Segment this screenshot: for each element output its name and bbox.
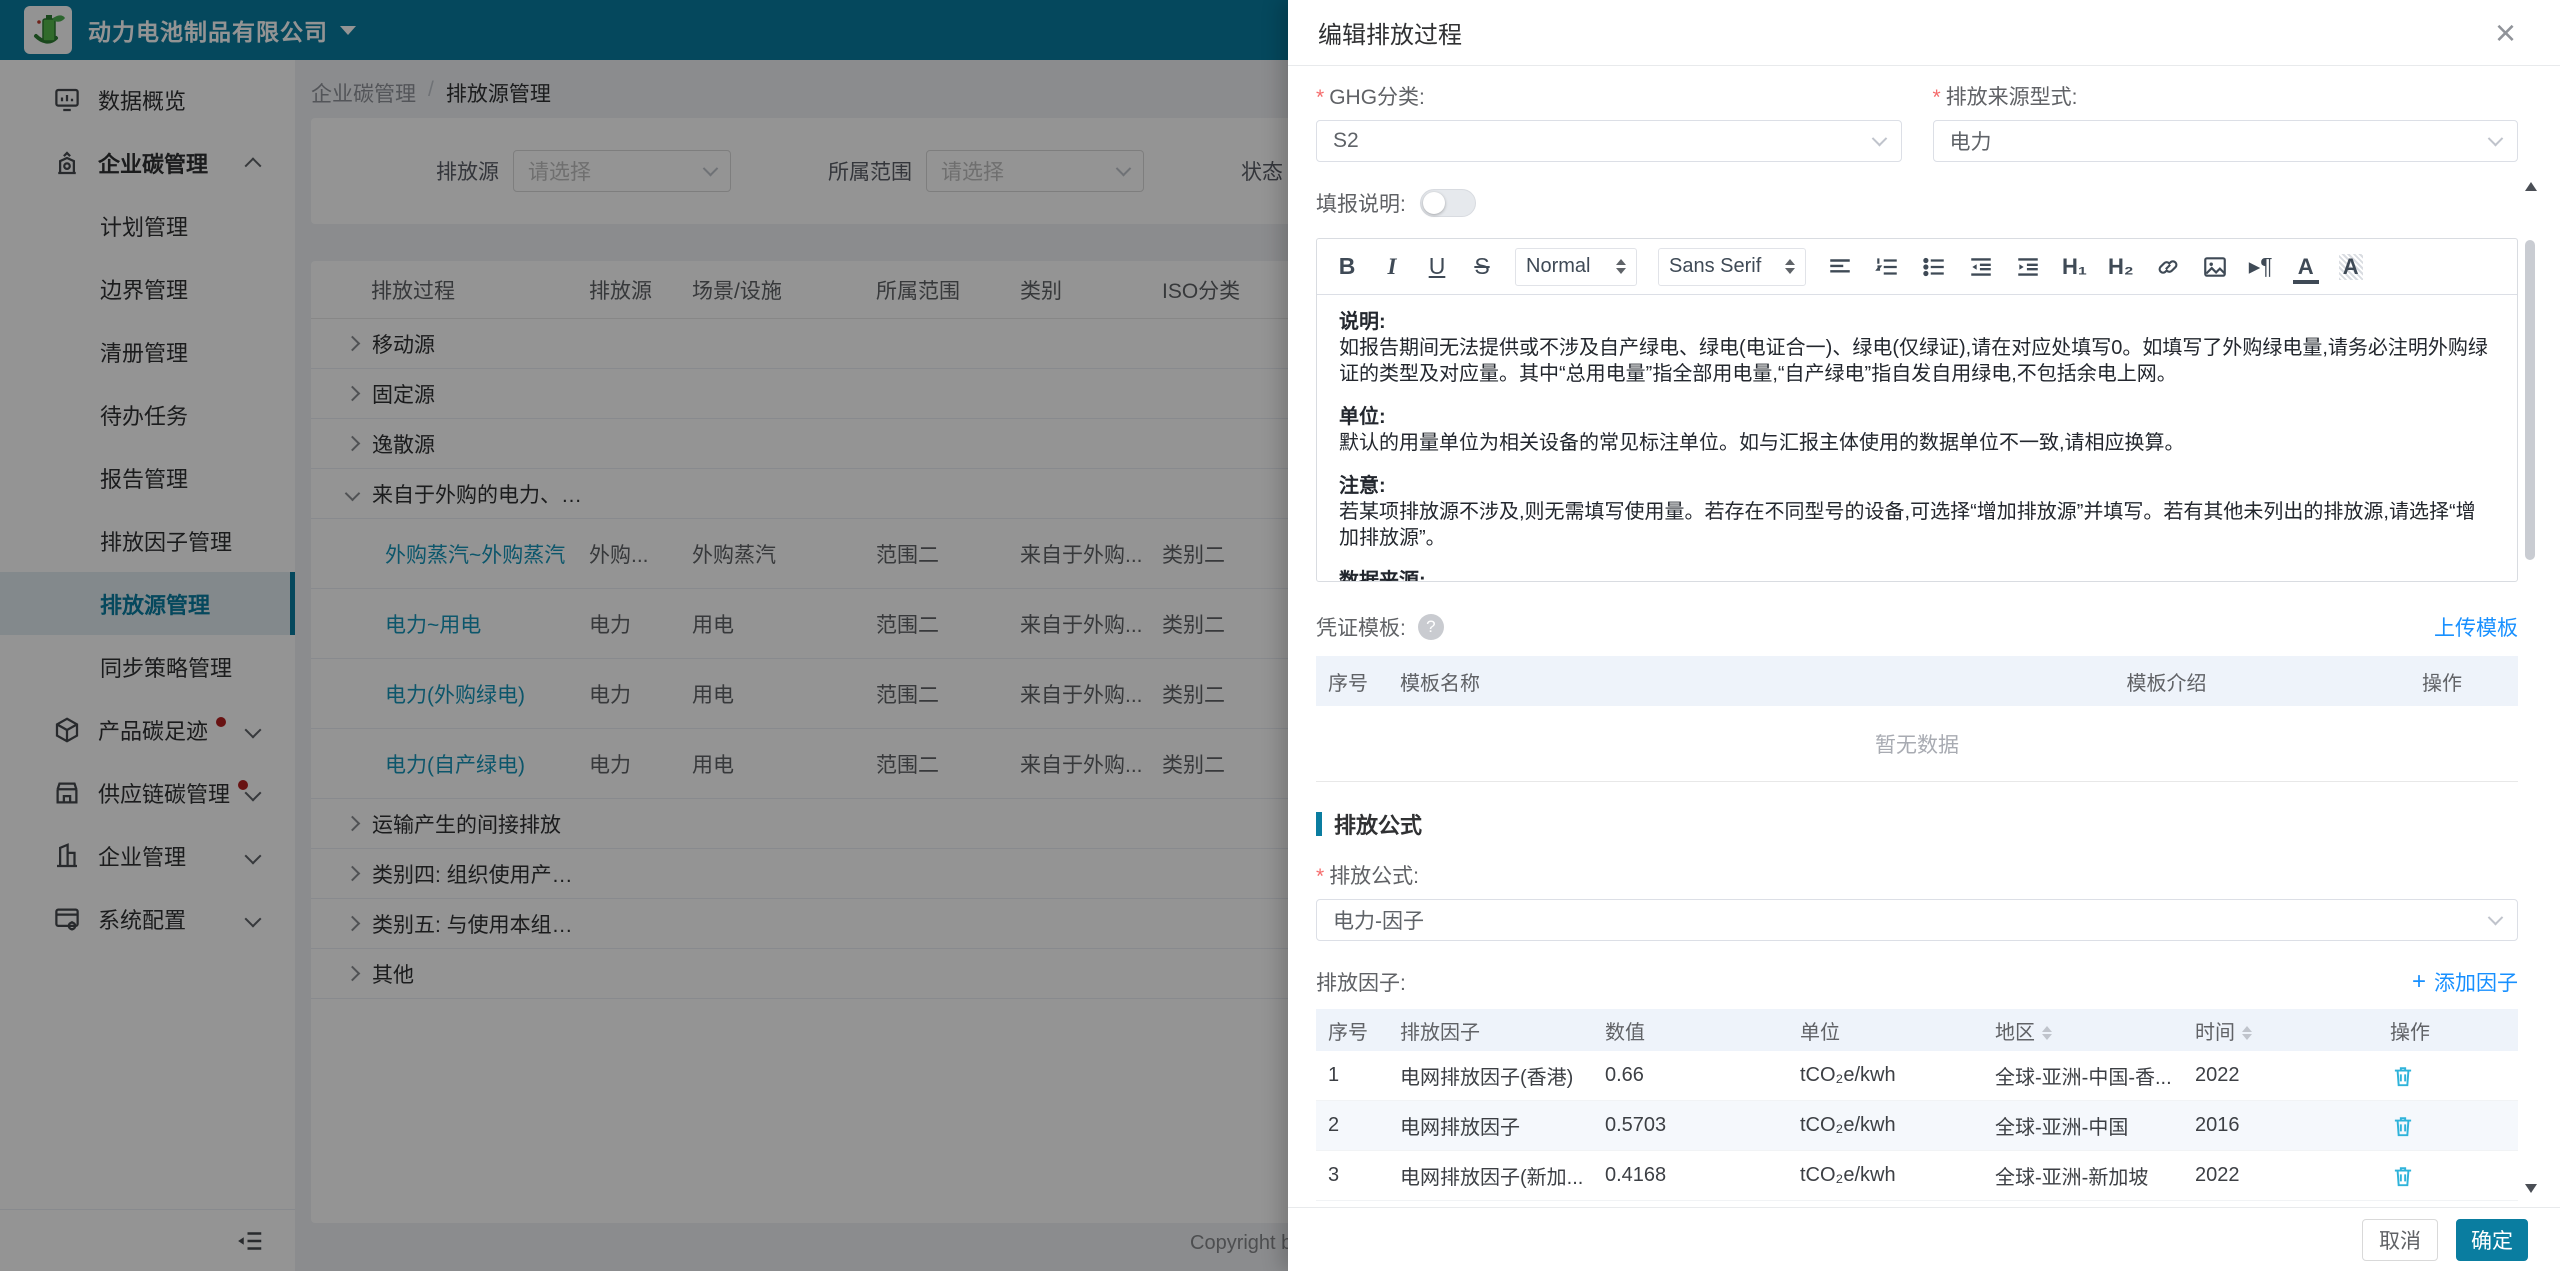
- sort-icon[interactable]: [2242, 1026, 2252, 1040]
- drawer-body: *GHG分类: S2 *排放来源型式: 电力 填报说明:: [1288, 67, 2560, 1207]
- italic-icon[interactable]: I: [1380, 254, 1404, 280]
- voucher-template-label: 凭证模板:: [1316, 612, 1406, 642]
- text-color-icon[interactable]: A: [2294, 254, 2318, 280]
- image-icon[interactable]: [2202, 254, 2228, 280]
- chevron-down-icon: [1871, 130, 1887, 146]
- drawer-footer: 取消 确定: [1288, 1207, 2560, 1271]
- bullet-list-icon[interactable]: [1921, 254, 1947, 280]
- section-accent-bar: [1316, 812, 1322, 836]
- formula-section-title: 排放公式: [1316, 808, 2518, 840]
- upload-template-link[interactable]: 上传模板: [2434, 612, 2518, 642]
- delete-factor-button[interactable]: [2390, 1063, 2518, 1089]
- chevron-down-icon: [2488, 909, 2504, 925]
- bold-icon[interactable]: B: [1335, 253, 1359, 280]
- scrollbar-thumb[interactable]: [2525, 240, 2535, 560]
- heading2-icon[interactable]: H₂: [2108, 254, 2134, 280]
- add-factor-button[interactable]: +添加因子: [2412, 967, 2518, 997]
- drawer-scrollbar[interactable]: [2524, 182, 2536, 1193]
- paragraph-format-select[interactable]: Normal: [1515, 248, 1637, 286]
- drawer-title: 编辑排放过程: [1318, 15, 1462, 50]
- sort-icon[interactable]: [2042, 1026, 2052, 1040]
- note-toggle-switch[interactable]: [1420, 189, 1476, 217]
- highlight-color-icon[interactable]: A: [2339, 254, 2363, 280]
- editor-content[interactable]: 说明: 如报告期间无法提供或不涉及自产绿电、绿电(电证合一)、绿电(仅绿证),请…: [1317, 295, 2517, 581]
- help-icon[interactable]: ?: [1418, 614, 1444, 640]
- plus-icon: +: [2412, 968, 2426, 996]
- outdent-icon[interactable]: [1968, 254, 1994, 280]
- emission-factor-label: 排放因子:: [1316, 967, 1406, 997]
- text-direction-icon[interactable]: ▸¶: [2249, 253, 2273, 280]
- updown-caret-icon: [1785, 259, 1795, 274]
- link-icon[interactable]: [2155, 254, 2181, 280]
- underline-icon[interactable]: U: [1425, 253, 1449, 280]
- cancel-button[interactable]: 取消: [2362, 1219, 2438, 1261]
- formula-label: *排放公式:: [1316, 860, 2518, 890]
- font-family-select[interactable]: Sans Serif: [1658, 248, 1806, 286]
- editor-toolbar: B I U S Normal Sans Serif H₁ H₂ ▸¶: [1317, 239, 2517, 295]
- delete-factor-button[interactable]: [2390, 1113, 2518, 1139]
- edit-emission-process-drawer: 编辑排放过程 × *GHG分类: S2 *排放来源型式: 电力: [1288, 0, 2560, 1271]
- ordered-list-icon[interactable]: [1874, 254, 1900, 280]
- indent-icon[interactable]: [2015, 254, 2041, 280]
- strikethrough-icon[interactable]: S: [1470, 253, 1494, 280]
- delete-factor-button[interactable]: [2390, 1163, 2518, 1189]
- voucher-table-header: 序号 模板名称 模板介绍 操作: [1316, 656, 2518, 706]
- formula-select[interactable]: 电力-因子: [1316, 899, 2518, 941]
- rich-text-editor: B I U S Normal Sans Serif H₁ H₂ ▸¶: [1316, 238, 2518, 582]
- ghg-category-label: *GHG分类:: [1316, 81, 1902, 111]
- note-toggle-label: 填报说明:: [1316, 188, 1406, 218]
- source-type-select[interactable]: 电力: [1933, 120, 2519, 162]
- ghg-category-select[interactable]: S2: [1316, 120, 1902, 162]
- trash-icon: [2390, 1063, 2416, 1089]
- voucher-empty-state: 暂无数据: [1316, 706, 2518, 782]
- trash-icon: [2390, 1113, 2416, 1139]
- confirm-button[interactable]: 确定: [2456, 1219, 2528, 1261]
- close-icon[interactable]: ×: [2495, 15, 2516, 51]
- app-window: 动力电池制品有限公司 数据概览 企业碳管理 计划管理 边界管理 清册管理: [0, 0, 2560, 1271]
- factor-row: 2 电网排放因子 0.5703 tCO₂e/kwh 全球-亚洲-中国 2016: [1316, 1101, 2518, 1151]
- align-icon[interactable]: [1827, 254, 1853, 280]
- scroll-down-icon[interactable]: [2525, 1184, 2537, 1193]
- scroll-up-icon[interactable]: [2525, 182, 2537, 191]
- drawer-header: 编辑排放过程 ×: [1288, 0, 2560, 66]
- trash-icon: [2390, 1163, 2416, 1189]
- heading1-icon[interactable]: H₁: [2062, 254, 2087, 280]
- chevron-down-icon: [2488, 130, 2504, 146]
- source-type-label: *排放来源型式:: [1933, 81, 2519, 111]
- factor-row: 3 电网排放因子(新加... 0.4168 tCO₂e/kwh 全球-亚洲-新加…: [1316, 1151, 2518, 1201]
- factor-row: 1 电网排放因子(香港) 0.66 tCO₂e/kwh 全球-亚洲-中国-香..…: [1316, 1051, 2518, 1101]
- factor-table-header: 序号 排放因子 数值 单位 地区 时间 操作: [1316, 1009, 2518, 1051]
- updown-caret-icon: [1616, 259, 1626, 274]
